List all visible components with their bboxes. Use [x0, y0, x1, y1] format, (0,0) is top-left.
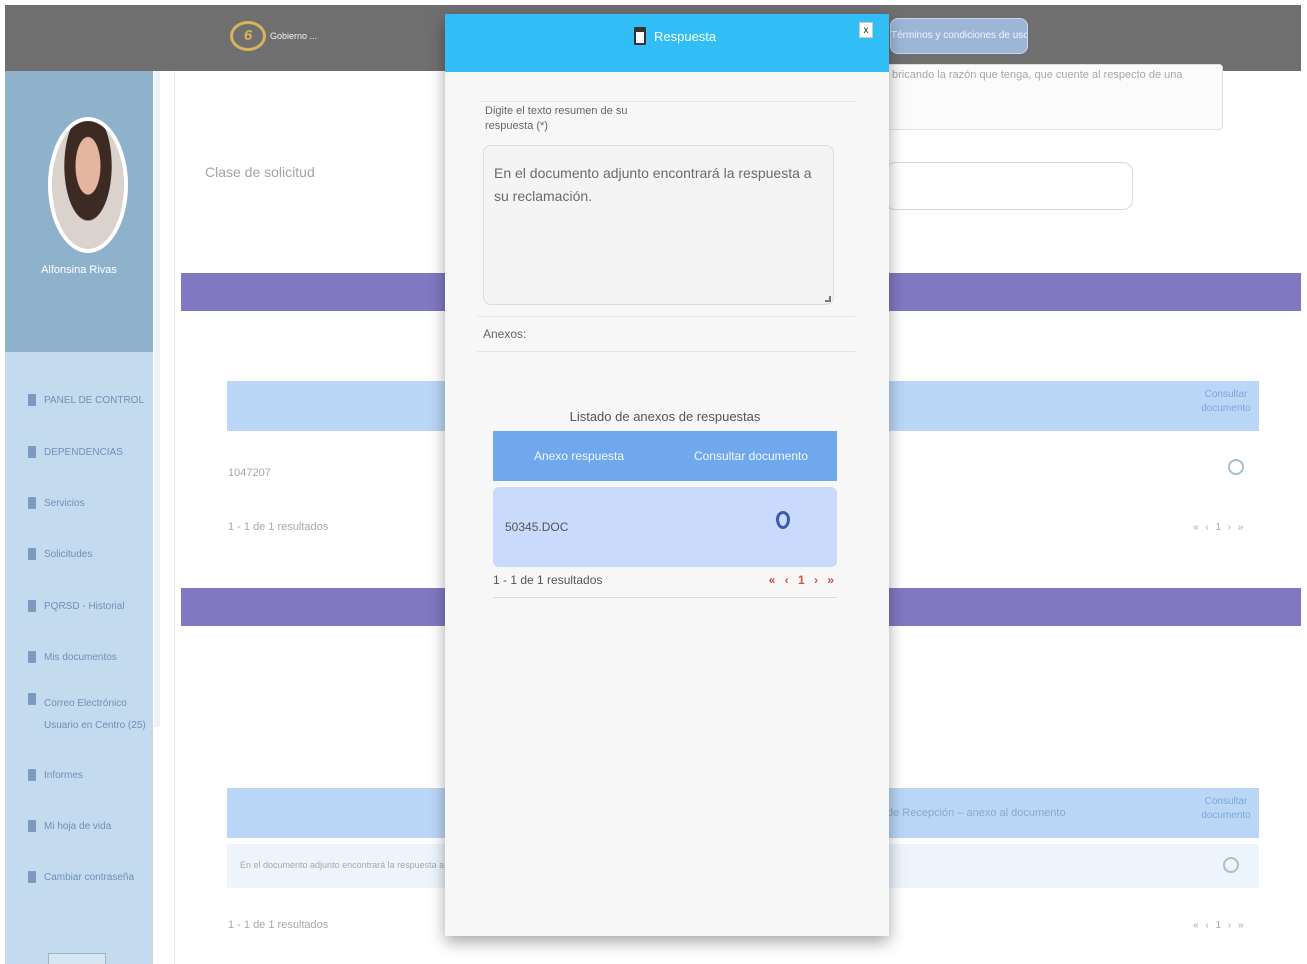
logo-text: Gobierno ...: [270, 30, 318, 41]
mail-icon: [28, 693, 36, 705]
sidebar: Alfonsina Rivas PANEL DE CONTROL DEPENDE…: [5, 71, 153, 964]
divider: [479, 101, 855, 102]
service-icon: [28, 497, 36, 509]
reception-header: de Recepción – anexo al documento: [887, 807, 1066, 819]
table-cell-response: En el documento adjunto encontrará la re…: [240, 860, 445, 870]
user-profile-panel: Alfonsina Rivas: [5, 71, 153, 352]
pagination[interactable]: « ‹ 1 › »: [1193, 920, 1245, 931]
annexes-table-header: Anexo respuesta Consultar documento: [493, 431, 837, 481]
background-description-textarea[interactable]: bricando la razón que tenga, que cuente …: [885, 64, 1223, 130]
pagination[interactable]: « ‹ 1 › »: [1193, 522, 1245, 533]
document-icon: [28, 651, 36, 663]
avatar[interactable]: [48, 117, 128, 253]
request-icon: [28, 548, 36, 560]
table-cell-id: 1047207: [228, 467, 271, 479]
sidebar-item-servicios[interactable]: Servicios: [5, 487, 153, 519]
background-input-field[interactable]: [885, 162, 1133, 210]
sidebar-item-dependencias[interactable]: DEPENDENCIAS: [5, 436, 153, 468]
profile-name: Alfonsina Rivas: [41, 264, 117, 276]
annex-column-header[interactable]: Anexo respuesta: [493, 431, 665, 481]
response-summary-label: Digite el texto resumen de su respuesta …: [485, 105, 628, 132]
response-modal: Respuesta x Digite el texto resumen de s…: [445, 14, 889, 936]
content-divider: [174, 71, 175, 964]
sidebar-item-historial[interactable]: PQRSD - Historial: [5, 590, 153, 622]
consult-document-header: Consultar documento: [1201, 389, 1251, 414]
annexes-table-footer: 1 - 1 de 1 resultados « ‹ 1 › »: [493, 573, 837, 598]
results-count: 1 - 1 de 1 resultados: [228, 919, 329, 931]
report-icon: [28, 769, 36, 781]
modal-header: Respuesta x: [445, 14, 889, 72]
calendar-icon: [634, 27, 646, 45]
sidebar-item-correo[interactable]: Correo Electrónico Usuario en Centro (25): [5, 693, 153, 739]
resize-handle[interactable]: [825, 296, 831, 302]
key-icon: [28, 871, 36, 883]
annexes-list-title: Listado de anexos de respuestas: [569, 409, 761, 424]
consult-document-header: Consultar documento: [1201, 796, 1251, 821]
sidebar-item-cambiar-contrasena[interactable]: Cambiar contraseña: [5, 861, 153, 893]
sidebar-item-documentos[interactable]: Mis documentos: [5, 641, 153, 673]
sidebar-item-panel-control[interactable]: PANEL DE CONTROL: [5, 384, 153, 416]
results-count: 1 - 1 de 1 resultados: [493, 573, 603, 587]
annex-file-name: 50345.DOC: [505, 520, 569, 534]
app-logo[interactable]: 6 Gobierno ...: [230, 21, 390, 51]
sidebar-item-informes[interactable]: Informes: [5, 759, 153, 791]
annexes-label: Anexos:: [483, 327, 527, 341]
consult-column-header[interactable]: Consultar documento: [665, 431, 837, 481]
modal-title: Respuesta: [634, 27, 716, 45]
view-document-icon[interactable]: [1223, 857, 1239, 873]
sidebar-collapse-button[interactable]: [48, 953, 106, 964]
close-button[interactable]: x: [859, 22, 873, 38]
logo-mark: 6: [230, 21, 266, 51]
view-document-icon[interactable]: [1228, 459, 1244, 475]
table-row: 50345.DOC: [493, 487, 837, 567]
profile-icon: [28, 820, 36, 832]
response-summary-textarea[interactable]: En el documento adjunto encontrará la re…: [483, 145, 834, 305]
pagination[interactable]: « ‹ 1 › »: [769, 573, 837, 587]
terms-conditions-button[interactable]: Términos y condiciones de uso: [890, 18, 1028, 54]
dashboard-icon: [28, 394, 36, 406]
divider: [477, 351, 855, 352]
sidebar-item-hoja-de-vida[interactable]: Mi hoja de vida: [5, 810, 153, 842]
results-count: 1 - 1 de 1 resultados: [228, 521, 329, 533]
request-class-label: Clase de solicitud: [205, 164, 315, 180]
sidebar-item-solicitudes[interactable]: Solicitudes: [5, 538, 153, 570]
sidebar-scrollbar[interactable]: [154, 71, 160, 727]
divider: [477, 316, 855, 317]
history-icon: [28, 600, 36, 612]
building-icon: [28, 446, 36, 458]
view-document-icon[interactable]: [776, 511, 790, 529]
